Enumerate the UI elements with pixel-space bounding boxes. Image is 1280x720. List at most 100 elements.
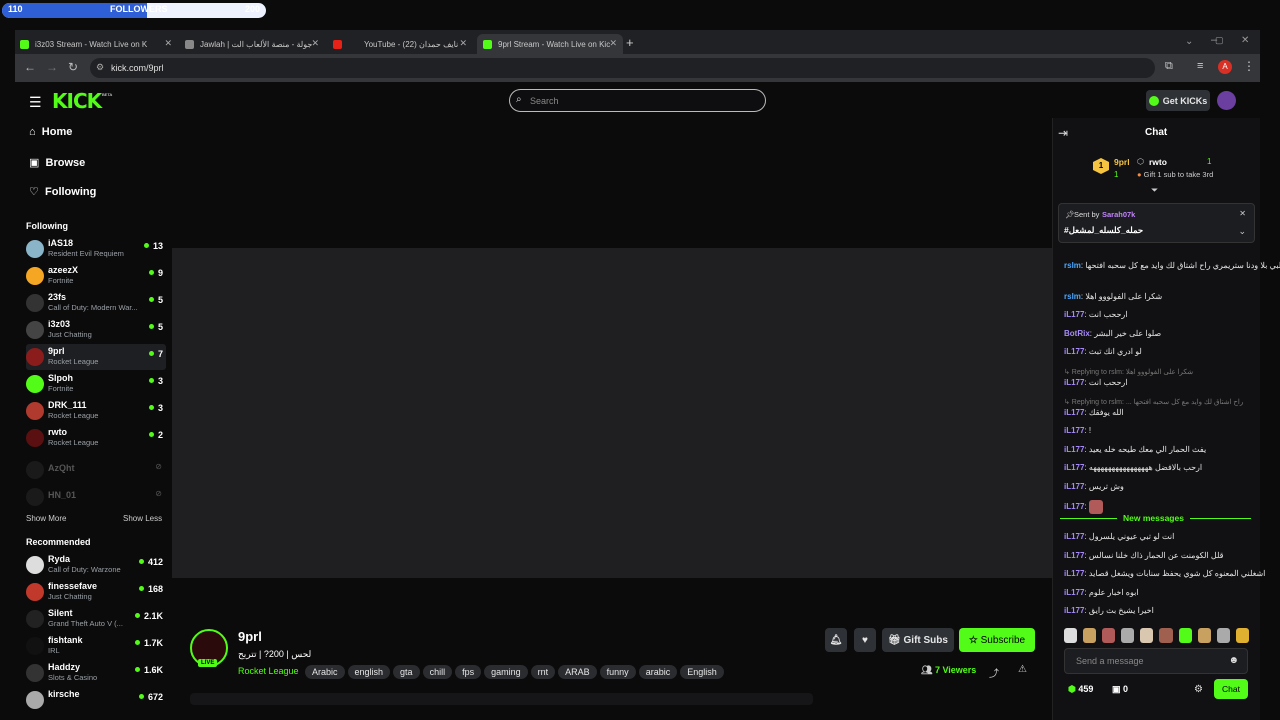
chat-message[interactable]: iL177: [1064,500,1106,514]
recommended-channel-item[interactable]: Silent Grand Theft Auto V (... 2.1K [26,606,166,632]
following-offline-item[interactable]: HN_01 ⊘ [26,484,166,510]
chat-username[interactable]: iL177 [1064,310,1084,319]
tab-search-icon[interactable]: ⌄ [1185,36,1193,47]
following-channel-item[interactable]: Slpoh Fortnite 3 [26,371,166,397]
stream-tag[interactable]: gta [393,665,420,679]
chat-username[interactable]: iL177 [1064,426,1084,435]
emote-icon[interactable] [1140,628,1154,643]
chat-message[interactable]: iL177: ارححب انت [1064,378,1128,387]
leaderboard-second-name[interactable]: rwto [1149,157,1167,167]
emote-icon[interactable] [1102,628,1116,643]
kick-logo[interactable]: KICK [52,89,102,113]
emote-icon[interactable] [1216,628,1230,643]
unpin-icon[interactable]: ✕ [1239,209,1246,218]
chat-username[interactable]: rslm [1064,261,1081,270]
chat-username[interactable]: iL177 [1064,588,1084,597]
stream-tag[interactable]: rnt [530,665,556,679]
emote-icon[interactable] [1178,628,1192,643]
close-tab-icon[interactable]: ✕ [609,38,617,49]
expand-pinned-icon[interactable]: ⌄ [1238,226,1246,237]
recommended-channel-item[interactable]: Haddzy Slots & Casino 1.6K [26,660,166,686]
emoji-picker-icon[interactable]: ☻ [1228,655,1239,666]
chat-username[interactable]: iL177 [1064,445,1084,454]
gift-subs-button[interactable]: 🎁︎ Gift Subs [882,628,954,652]
url-text[interactable]: kick.com/9prl [111,63,164,73]
nav-home[interactable]: ⌂ Home [29,126,72,138]
chat-username[interactable]: iL177 [1064,347,1084,356]
recommended-channel-item[interactable]: fishtank IRL 1.7K [26,633,166,659]
chat-message[interactable]: iL177: لو ادري انك تبث [1064,347,1142,356]
emote-icon[interactable] [1064,628,1078,643]
collapse-chat-icon[interactable]: ⇥ [1058,126,1068,140]
following-channel-item[interactable]: iAS18 Resident Evil Requiem 13 [26,236,166,262]
pinned-message[interactable]: 📌︎ Sent by Sarah07k ✕ #حمله_كلسله_لمشعل … [1058,203,1255,243]
show-less-link[interactable]: Show Less [123,514,162,523]
chat-message[interactable]: rslm: ويلك ياقلبي بلا ودنا ستريمري راح ا… [1064,261,1280,270]
chat-username[interactable]: iL177 [1064,463,1084,472]
recommended-channel-item[interactable]: finessefave Just Chatting 168 [26,579,166,605]
chat-message[interactable]: iL177: يفث الحمار الي معك طيحه خله يعيد [1064,445,1206,454]
chat-message[interactable]: rslm: شكرا على الفولووو اهلا [1064,292,1162,301]
streamer-name[interactable]: 9prl [238,629,262,644]
reload-icon[interactable]: ↻ [68,60,78,74]
extensions-icon[interactable]: ⧉ [1165,60,1173,73]
stream-tag[interactable]: english [347,665,391,679]
nav-following[interactable]: ♡ Following [29,185,96,198]
chat-message[interactable]: iL177: انت لو تبي عيوني يلسرول [1064,532,1174,541]
chat-message[interactable]: iL177: قلل الكومنت عن الحمار ذاك خلنا نس… [1064,551,1223,560]
leaderboard-toggle-icon[interactable]: ⏷ [1151,185,1158,196]
following-offline-item[interactable]: AzQht ⊘ [26,457,166,483]
media-controls-icon[interactable]: ≡ [1197,60,1203,72]
chat-message[interactable]: iL177: ارحب بالافضل ههههههههههههههههه [1064,463,1202,472]
chat-message[interactable]: iL177: وش تريس [1064,482,1124,491]
following-channel-item[interactable]: DRK_111 Rocket League 3 [26,398,166,424]
chat-username[interactable]: iL177 [1064,408,1084,417]
stream-tag[interactable]: English [680,665,724,679]
close-tab-icon[interactable]: ✕ [459,38,467,49]
chat-input[interactable]: Send a message ☻ [1064,648,1248,674]
following-channel-item[interactable]: 23fs Call of Duty: Modern War... 5 [26,290,166,316]
close-window-icon[interactable]: ✕ [1241,35,1249,46]
site-info-icon[interactable]: ⚙ [96,62,104,73]
chat-username[interactable]: iL177 [1064,482,1084,491]
notification-bell-icon[interactable]: 🔔︎ [825,628,847,652]
browser-menu-icon[interactable]: ⋮ [1243,59,1255,73]
following-channel-item[interactable]: i3z03 Just Chatting 5 [26,317,166,343]
stream-tag[interactable]: funny [599,665,636,679]
chat-username[interactable]: rslm [1064,292,1081,301]
recommended-channel-item[interactable]: Ryda Call of Duty: Warzone 412 [26,552,166,578]
chat-username[interactable]: iL177 [1064,569,1084,578]
pinned-by-user[interactable]: Sarah07k [1102,210,1135,219]
chat-message[interactable]: iL177: الله يوفقك [1064,408,1124,417]
emote-icon[interactable] [1121,628,1135,643]
maximize-icon[interactable]: ▢ [1215,35,1224,46]
report-icon[interactable]: ⚠ [1018,664,1027,675]
chat-username[interactable]: iL177 [1064,532,1084,541]
stream-tag[interactable]: fps [455,665,482,679]
browser-tab[interactable]: YouTube - نايف حمدان (22) ✕ [333,34,473,54]
browser-tab[interactable]: Jawlah | جولة - منصة الألعاب الت ✕ [185,34,325,54]
forward-icon[interactable]: → [46,60,58,74]
channel-points[interactable]: ▣ 0 [1112,684,1128,695]
chat-username[interactable]: iL177 [1064,502,1084,511]
stream-tag[interactable]: arabic [638,665,678,679]
follow-heart-icon[interactable]: ♥ [854,628,876,652]
chat-message[interactable]: iL177: اخيرا يشيخ بث رايق [1064,606,1154,615]
stream-tag[interactable]: Arabic [305,665,345,679]
video-player[interactable] [172,248,1052,578]
chat-username[interactable]: iL177 [1064,551,1084,560]
search-input[interactable]: ⌕ Search [509,89,766,112]
chat-message[interactable]: iL177: ! [1064,426,1091,435]
address-bar[interactable]: ⚙ kick.com/9prl [90,58,1155,78]
stream-category[interactable]: Rocket League [238,666,299,676]
emote-icon[interactable] [1083,628,1097,643]
emote-icon[interactable] [1235,628,1249,643]
close-tab-icon[interactable]: ✕ [164,38,172,49]
browser-tab[interactable]: i3z03 Stream - Watch Live on K ✕ [20,34,178,54]
following-channel-item[interactable]: azeezX Fortnite 9 [26,263,166,289]
kicks-balance[interactable]: ⬢ 459 [1068,684,1093,695]
chat-message[interactable]: iL177: ارححب انت [1064,310,1128,319]
back-icon[interactable]: ← [24,60,36,74]
menu-hamburger-icon[interactable]: ☰ [29,94,42,111]
recommended-channel-item[interactable]: kirsche 672 [26,687,166,713]
